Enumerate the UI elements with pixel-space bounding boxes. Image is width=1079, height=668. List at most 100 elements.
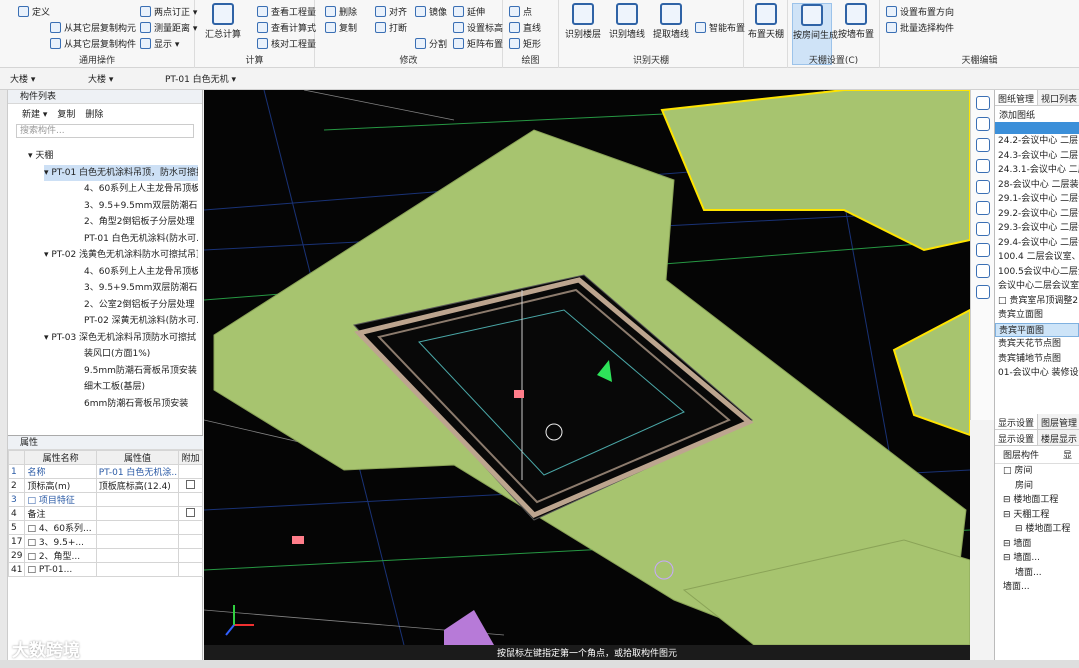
display-button[interactable]: 显示 ▾ [140,37,179,50]
property-checkbox[interactable] [178,534,203,549]
search-input[interactable]: 搜索构件... [16,124,194,138]
tab-drawing-manager[interactable]: 图纸管理 [995,90,1039,105]
view-formula-button[interactable]: 查看计算式 [257,21,316,34]
drawing-list-item[interactable]: 贵宾天花节点图 [995,337,1079,352]
display-layer-item[interactable]: 墙面... [995,580,1079,595]
drawing-list-item[interactable]: 01-会议中心 装修设计 [995,366,1079,381]
tree-item[interactable]: 4、60系列上人主龙骨吊顶板 [84,181,198,197]
property-row[interactable]: 41 □ PT-01... [7,562,203,577]
align-tool-button[interactable]: 对齐 [375,5,407,18]
display-layer-item[interactable]: 房间 [995,479,1079,494]
add-drawing-button[interactable]: 添加图纸 [995,106,1079,122]
tab-floor-display[interactable]: 楼层显示 [1038,430,1079,445]
recognize-wall-button[interactable]: 识别墙线 [607,3,647,40]
summary-calc-button[interactable]: 汇总计算 [203,3,243,40]
property-row[interactable]: 29 □ 2、角型... [7,548,203,563]
mirror-tool-button[interactable]: 镜像 [415,5,447,18]
tree-item[interactable]: ▾ PT-02 浅黄色无机涂料防水可擦拭吊顶 [44,247,198,263]
property-checkbox[interactable] [178,464,203,479]
settings-icon[interactable] [975,285,990,299]
property-value[interactable]: PT-01 白色无机涂... [95,464,180,479]
smart-layout-button[interactable]: 智能布置 [695,21,745,34]
set-direction-button[interactable]: 设置布置方向 [886,5,954,18]
drawing-list-item[interactable]: 贵宾立面图 [995,308,1079,323]
floor-select[interactable]: 大楼 ▾ [10,72,35,85]
layout-by-wall-button[interactable]: 按墙布置 [836,3,876,40]
drawing-list-item[interactable]: 贵宾铺地节点图 [995,352,1079,367]
batch-select-button[interactable]: 批量选择构件 [886,21,954,34]
checkbox-icon[interactable] [186,507,196,517]
tab-display[interactable]: 显示设置 [995,430,1039,445]
rotate-view-icon[interactable] [975,96,990,110]
layout-ceiling-button[interactable]: 布置天棚 [746,3,786,40]
copy-button[interactable]: 复制 [57,107,75,120]
two-point-correct-button[interactable]: 两点订正 ▾ [140,5,197,18]
left-navigation-strip[interactable] [0,90,8,668]
drawing-list-item[interactable]: 24.2-会议中心 二层中 [995,134,1079,149]
drawing-list-item[interactable]: 29.2-会议中心 二层会议 [995,207,1079,222]
property-row[interactable]: 2 顶标高(m) 顶板底标高(12.4) [7,478,203,493]
front-view-icon[interactable] [975,159,990,173]
tree-item[interactable]: 4、60系列上人主龙骨吊顶板 [84,264,198,280]
display-layer-item[interactable]: □ 房间 [995,464,1079,479]
display-layer-item[interactable]: 墙面... [995,566,1079,581]
tree-item[interactable]: 2、公室2倒铝板子分层处理 [84,297,198,313]
tree-item[interactable]: ▾ PT-01 白色无机涂料吊顶，防水可擦拭 [44,164,198,181]
select-box-icon[interactable] [975,201,990,215]
property-checkbox[interactable] [178,562,203,577]
property-value[interactable] [95,520,180,535]
tree-item[interactable]: PT-01 白色无机涂料(防水可... [84,231,198,247]
property-value[interactable] [95,562,180,577]
property-checkbox[interactable] [178,520,203,535]
layer-icon[interactable] [975,264,990,278]
property-row[interactable]: 1 名称 PT-01 白色无机涂... [7,464,203,479]
property-row[interactable]: 17 □ 3、9.5+... [7,534,203,549]
zoom-icon[interactable] [975,222,990,236]
tree-item[interactable]: 6mm防潮石膏板吊顶安装 [84,396,198,412]
property-checkbox[interactable] [178,548,203,563]
tab-viewport-list[interactable]: 视口列表 [1038,90,1079,105]
break-tool-button[interactable]: 打断 [375,21,407,34]
drawing-list-item[interactable]: 29.1-会议中心 二层会议 [995,192,1079,207]
tree-item[interactable]: 3、9.5+9.5mm双层防潮石膏板 [84,198,198,214]
right-slab-yellow-outline[interactable] [892,308,970,437]
top-view-icon[interactable] [975,138,990,152]
check-quantity-button[interactable]: 核对工程量 [257,37,316,50]
display-layer-item[interactable]: ⊟ 墙面... [995,551,1079,566]
tab-display-settings[interactable]: 显示设置 [995,414,1039,429]
property-row[interactable]: 4 备注 [7,506,203,521]
tree-item[interactable]: 装风口(方面1%) [84,346,198,362]
display-layer-item[interactable]: ⊟ 墙面 [995,537,1079,552]
property-row[interactable]: 5 □ 4、60系列... [7,520,203,535]
pan-icon[interactable] [975,243,990,257]
drawing-list-item[interactable]: □ 贵宾室吊顶调整2.1 [995,294,1079,309]
tree-item[interactable]: 2、角型2倒铝板子分层处理 [84,214,198,230]
split-tool-button[interactable]: 分割 [415,37,447,50]
new-button[interactable]: 新建 ▾ [22,107,47,120]
property-checkbox[interactable] [178,506,203,521]
draw-line-button[interactable]: 直线 [509,21,541,34]
drawing-list-item[interactable]: 24.3-会议中心 二层中 [995,149,1079,164]
delete-tool-button[interactable]: 删除 [325,5,357,18]
type-select[interactable]: 大楼 ▾ [88,72,113,85]
extract-wall-button[interactable]: 提取墙线 [651,3,691,40]
property-value[interactable]: 顶板底标高(12.4) [95,478,180,493]
orbit-icon[interactable] [975,117,990,131]
draw-rect-button[interactable]: 矩形 [509,37,541,50]
copy-from-other-layer-button[interactable]: 从其它层复制构元 [50,21,136,34]
drawing-list-item[interactable]: 28-会议中心 二层装修 [995,178,1079,193]
display-layer-item[interactable]: ⊟ 天棚工程 [995,508,1079,523]
set-elevation-button[interactable]: 设置标高 [453,21,503,34]
drawing-list-item[interactable]: 24.3.1-会议中心 二层 [995,163,1079,178]
display-layer-item[interactable]: ⊟ 楼地面工程 [995,522,1079,537]
checkbox-icon[interactable] [186,479,196,489]
copy-tool-button[interactable]: 复制 [325,21,357,34]
tab-layer-manager[interactable]: 图层管理 [1038,414,1079,429]
layer-select[interactable]: PT-01 白色无机 ▾ [165,72,236,85]
view-quantity-button[interactable]: 查看工程量 [257,5,316,18]
drawing-list-item[interactable]: 29.4-会议中心 二层会议 [995,236,1079,251]
draw-point-button[interactable]: 点 [509,5,532,18]
property-value[interactable] [95,492,180,507]
drawing-list-item[interactable]: 100.4 二层会议室、贵 [995,250,1079,265]
drawing-list-item[interactable]: 贵宾平面图 [995,322,1079,337]
